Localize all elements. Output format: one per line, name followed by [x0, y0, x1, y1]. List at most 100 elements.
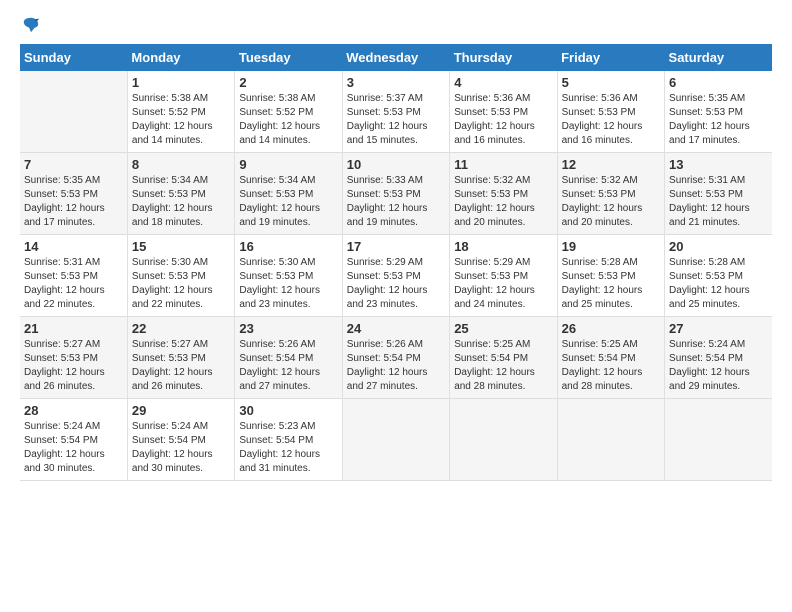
- calendar-cell: 22 Sunrise: 5:27 AMSunset: 5:53 PMDayligh…: [127, 317, 234, 399]
- day-number: 30: [239, 403, 337, 418]
- day-info: Sunrise: 5:29 AMSunset: 5:53 PMDaylight:…: [454, 256, 552, 312]
- calendar-cell: 23 Sunrise: 5:26 AMSunset: 5:54 PMDayligh…: [235, 317, 342, 399]
- calendar-cell: [20, 71, 127, 153]
- day-number: 15: [132, 239, 230, 254]
- day-info: Sunrise: 5:30 AMSunset: 5:53 PMDaylight:…: [239, 256, 337, 312]
- day-number: 10: [347, 157, 445, 172]
- day-number: 4: [454, 75, 552, 90]
- header-wednesday: Wednesday: [342, 44, 449, 71]
- day-number: 22: [132, 321, 230, 336]
- day-info: Sunrise: 5:35 AMSunset: 5:53 PMDaylight:…: [669, 92, 768, 148]
- day-number: 24: [347, 321, 445, 336]
- day-number: 23: [239, 321, 337, 336]
- logo: [20, 20, 40, 34]
- day-number: 7: [24, 157, 123, 172]
- calendar-cell: 12 Sunrise: 5:32 AMSunset: 5:53 PMDayligh…: [557, 153, 664, 235]
- calendar-cell: 17 Sunrise: 5:29 AMSunset: 5:53 PMDayligh…: [342, 235, 449, 317]
- calendar-cell: 18 Sunrise: 5:29 AMSunset: 5:53 PMDayligh…: [450, 235, 557, 317]
- week-row-4: 21Sunrise: 5:27 AMSunset: 5:53 PMDayligh…: [20, 317, 772, 399]
- calendar-cell: 6 Sunrise: 5:35 AMSunset: 5:53 PMDaylight…: [665, 71, 772, 153]
- calendar-cell: 24 Sunrise: 5:26 AMSunset: 5:54 PMDayligh…: [342, 317, 449, 399]
- day-info: Sunrise: 5:28 AMSunset: 5:53 PMDaylight:…: [562, 256, 660, 312]
- week-row-5: 28 Sunrise: 5:24 AMSunset: 5:54 PMDayligh…: [20, 399, 772, 481]
- day-number: 29: [132, 403, 230, 418]
- day-number: 9: [239, 157, 337, 172]
- day-number: 26: [562, 321, 660, 336]
- header-monday: Monday: [127, 44, 234, 71]
- day-number: 25: [454, 321, 552, 336]
- day-number: 27: [669, 321, 768, 336]
- day-info: Sunrise: 5:24 AMSunset: 5:54 PMDaylight:…: [669, 338, 768, 394]
- day-number: 17: [347, 239, 445, 254]
- calendar-cell: 5 Sunrise: 5:36 AMSunset: 5:53 PMDaylight…: [557, 71, 664, 153]
- day-number: 12: [562, 157, 660, 172]
- day-info: Sunrise: 5:36 AMSunset: 5:53 PMDaylight:…: [454, 92, 552, 148]
- day-number: 3: [347, 75, 445, 90]
- calendar-cell: 2 Sunrise: 5:38 AMSunset: 5:52 PMDaylight…: [235, 71, 342, 153]
- calendar-cell: 28 Sunrise: 5:24 AMSunset: 5:54 PMDayligh…: [20, 399, 127, 481]
- calendar-cell: 14Sunrise: 5:31 AMSunset: 5:53 PMDayligh…: [20, 235, 127, 317]
- header-friday: Friday: [557, 44, 664, 71]
- day-number: 1: [132, 75, 230, 90]
- calendar-cell: 26Sunrise: 5:25 AMSunset: 5:54 PMDayligh…: [557, 317, 664, 399]
- calendar-cell: 20 Sunrise: 5:28 AMSunset: 5:53 PMDayligh…: [665, 235, 772, 317]
- day-number: 2: [239, 75, 337, 90]
- day-info: Sunrise: 5:31 AMSunset: 5:53 PMDaylight:…: [669, 174, 768, 230]
- calendar-cell: 1 Sunrise: 5:38 AMSunset: 5:52 PMDaylight…: [127, 71, 234, 153]
- day-info: Sunrise: 5:27 AMSunset: 5:53 PMDaylight:…: [24, 338, 123, 394]
- logo-bird-icon: [22, 16, 40, 34]
- day-info: Sunrise: 5:30 AMSunset: 5:53 PMDaylight:…: [132, 256, 230, 312]
- day-info: Sunrise: 5:32 AMSunset: 5:53 PMDaylight:…: [454, 174, 552, 230]
- day-number: 8: [132, 157, 230, 172]
- day-info: Sunrise: 5:29 AMSunset: 5:53 PMDaylight:…: [347, 256, 445, 312]
- week-row-3: 14Sunrise: 5:31 AMSunset: 5:53 PMDayligh…: [20, 235, 772, 317]
- day-info: Sunrise: 5:36 AMSunset: 5:53 PMDaylight:…: [562, 92, 660, 148]
- calendar-cell: 8 Sunrise: 5:34 AMSunset: 5:53 PMDaylight…: [127, 153, 234, 235]
- day-info: Sunrise: 5:23 AMSunset: 5:54 PMDaylight:…: [239, 420, 337, 476]
- day-number: 16: [239, 239, 337, 254]
- day-info: Sunrise: 5:26 AMSunset: 5:54 PMDaylight:…: [239, 338, 337, 394]
- calendar-cell: 29 Sunrise: 5:24 AMSunset: 5:54 PMDayligh…: [127, 399, 234, 481]
- calendar-cell: 21Sunrise: 5:27 AMSunset: 5:53 PMDayligh…: [20, 317, 127, 399]
- day-info: Sunrise: 5:32 AMSunset: 5:53 PMDaylight:…: [562, 174, 660, 230]
- day-info: Sunrise: 5:38 AMSunset: 5:52 PMDaylight:…: [239, 92, 337, 148]
- day-info: Sunrise: 5:28 AMSunset: 5:53 PMDaylight:…: [669, 256, 768, 312]
- day-info: Sunrise: 5:33 AMSunset: 5:53 PMDaylight:…: [347, 174, 445, 230]
- day-info: Sunrise: 5:34 AMSunset: 5:53 PMDaylight:…: [132, 174, 230, 230]
- day-info: Sunrise: 5:37 AMSunset: 5:53 PMDaylight:…: [347, 92, 445, 148]
- day-number: 14: [24, 239, 123, 254]
- calendar-cell: 13Sunrise: 5:31 AMSunset: 5:53 PMDayligh…: [665, 153, 772, 235]
- day-number: 5: [562, 75, 660, 90]
- day-info: Sunrise: 5:24 AMSunset: 5:54 PMDaylight:…: [24, 420, 123, 476]
- calendar-cell: 30 Sunrise: 5:23 AMSunset: 5:54 PMDayligh…: [235, 399, 342, 481]
- day-info: Sunrise: 5:25 AMSunset: 5:54 PMDaylight:…: [454, 338, 552, 394]
- day-number: 6: [669, 75, 768, 90]
- day-info: Sunrise: 5:34 AMSunset: 5:53 PMDaylight:…: [239, 174, 337, 230]
- calendar-cell: 7 Sunrise: 5:35 AMSunset: 5:53 PMDaylight…: [20, 153, 127, 235]
- calendar-cell: [342, 399, 449, 481]
- day-info: Sunrise: 5:35 AMSunset: 5:53 PMDaylight:…: [24, 174, 123, 230]
- calendar-cell: [665, 399, 772, 481]
- calendar-cell: 4 Sunrise: 5:36 AMSunset: 5:53 PMDaylight…: [450, 71, 557, 153]
- calendar-cell: 3 Sunrise: 5:37 AMSunset: 5:53 PMDaylight…: [342, 71, 449, 153]
- calendar-cell: 27 Sunrise: 5:24 AMSunset: 5:54 PMDayligh…: [665, 317, 772, 399]
- calendar-cell: 9 Sunrise: 5:34 AMSunset: 5:53 PMDaylight…: [235, 153, 342, 235]
- calendar-table: SundayMondayTuesdayWednesdayThursdayFrid…: [20, 44, 772, 481]
- calendar-header-row: SundayMondayTuesdayWednesdayThursdayFrid…: [20, 44, 772, 71]
- day-info: Sunrise: 5:38 AMSunset: 5:52 PMDaylight:…: [132, 92, 230, 148]
- day-info: Sunrise: 5:26 AMSunset: 5:54 PMDaylight:…: [347, 338, 445, 394]
- day-number: 20: [669, 239, 768, 254]
- calendar-cell: 25 Sunrise: 5:25 AMSunset: 5:54 PMDayligh…: [450, 317, 557, 399]
- header-tuesday: Tuesday: [235, 44, 342, 71]
- header-saturday: Saturday: [665, 44, 772, 71]
- day-number: 18: [454, 239, 552, 254]
- calendar-cell: 11Sunrise: 5:32 AMSunset: 5:53 PMDayligh…: [450, 153, 557, 235]
- week-row-2: 7 Sunrise: 5:35 AMSunset: 5:53 PMDaylight…: [20, 153, 772, 235]
- calendar-cell: [557, 399, 664, 481]
- day-info: Sunrise: 5:24 AMSunset: 5:54 PMDaylight:…: [132, 420, 230, 476]
- header-thursday: Thursday: [450, 44, 557, 71]
- calendar-cell: [450, 399, 557, 481]
- day-info: Sunrise: 5:27 AMSunset: 5:53 PMDaylight:…: [132, 338, 230, 394]
- day-number: 28: [24, 403, 123, 418]
- day-number: 19: [562, 239, 660, 254]
